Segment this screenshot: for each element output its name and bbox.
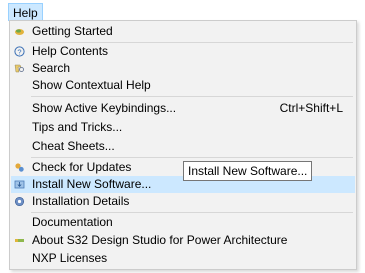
- tooltip-text: Install New Software...: [188, 164, 308, 178]
- menu-item-label: NXP Licenses: [32, 251, 108, 265]
- menu-item-label: Documentation: [32, 215, 113, 229]
- menu-item-label: Install New Software...: [32, 177, 152, 191]
- search-icon: [14, 64, 24, 73]
- menu-item-label: Tips and Tricks...: [32, 120, 123, 134]
- menu-item-help-contents[interactable]: ? Help Contents: [11, 43, 355, 60]
- menu-separator: [31, 96, 353, 97]
- menu-item-installation-details[interactable]: Installation Details: [11, 193, 355, 210]
- help-menu: Getting Started ? Help Contents Search S…: [9, 20, 357, 270]
- menu-item-show-contextual-help[interactable]: Show Contextual Help: [11, 77, 355, 94]
- menu-item-accelerator: Ctrl+Shift+L: [279, 101, 343, 115]
- menu-item-label: Cheat Sheets...: [32, 139, 115, 153]
- menu-item-label: Installation Details: [32, 194, 130, 208]
- menu-separator: [31, 212, 353, 213]
- check-updates-icon: [15, 163, 24, 172]
- menu-item-label: Help Contents: [32, 44, 109, 58]
- menu-separator: [31, 157, 353, 158]
- menu-item-documentation[interactable]: Documentation: [11, 214, 355, 231]
- menubar-help[interactable]: Help: [8, 3, 43, 21]
- about-icon: [15, 239, 24, 242]
- menu-item-label: Show Active Keybindings...: [32, 101, 177, 115]
- menu-item-label: Check for Updates: [32, 160, 132, 174]
- installation-details-icon: [14, 196, 25, 207]
- menu-item-label: Getting Started: [32, 24, 113, 38]
- menu-item-label: Search: [32, 61, 71, 75]
- help-contents-icon: ?: [14, 46, 25, 57]
- menu-item-tips-and-tricks[interactable]: Tips and Tricks...: [11, 119, 355, 136]
- menu-item-cheat-sheets[interactable]: Cheat Sheets...: [11, 138, 355, 155]
- tooltip: Install New Software...: [183, 161, 313, 181]
- screen: Help Getting Started ? Help Contents Sea…: [0, 0, 365, 273]
- menu-item-show-active-keybindings[interactable]: Show Active Keybindings... Ctrl+Shift+L: [11, 100, 355, 117]
- menu-item-search[interactable]: Search: [11, 60, 355, 77]
- install-software-icon: [14, 180, 25, 189]
- menu-item-nxp-licenses[interactable]: NXP Licenses: [11, 250, 355, 267]
- menubar-help-label: Help: [13, 6, 38, 20]
- menu-item-label: Show Contextual Help: [32, 78, 151, 92]
- menu-item-label: About S32 Design Studio for Power Archit…: [32, 233, 288, 247]
- menu-item-getting-started[interactable]: Getting Started: [11, 23, 355, 40]
- svg-text:?: ?: [17, 47, 21, 56]
- getting-started-icon: [15, 29, 24, 35]
- menu-item-about[interactable]: About S32 Design Studio for Power Archit…: [11, 232, 355, 249]
